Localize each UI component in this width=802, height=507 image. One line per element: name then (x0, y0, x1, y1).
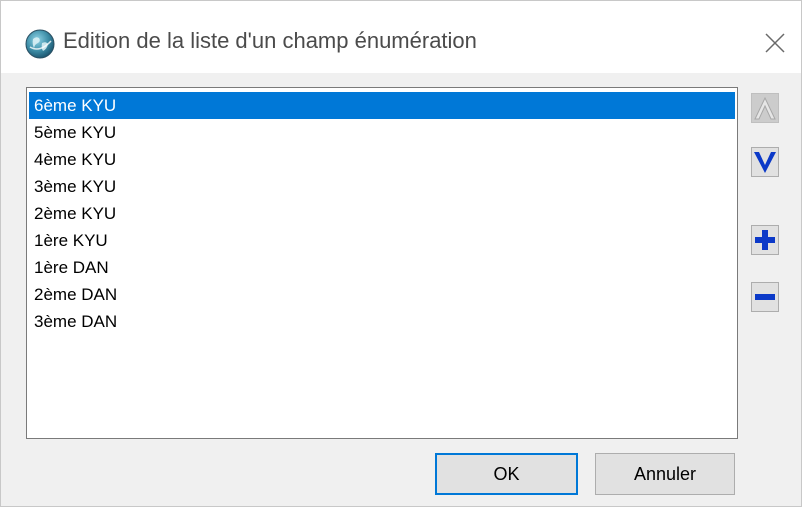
minus-icon (755, 294, 775, 300)
ok-button[interactable]: OK (435, 453, 578, 495)
list-item[interactable]: 5ème KYU (29, 119, 735, 146)
list-item[interactable]: 1ère KYU (29, 227, 735, 254)
list-item[interactable]: 3ème KYU (29, 173, 735, 200)
cancel-button[interactable]: Annuler (595, 453, 735, 495)
list-item[interactable]: 6ème KYU (29, 92, 735, 119)
close-button[interactable] (757, 25, 793, 61)
list-item[interactable]: 3ème DAN (29, 308, 735, 335)
window-title: Edition de la liste d'un champ énumérati… (63, 28, 477, 53)
list-item[interactable]: 2ème KYU (29, 200, 735, 227)
move-up-button[interactable] (751, 93, 779, 123)
move-down-button[interactable] (751, 147, 779, 177)
dialog-window: Edition de la liste d'un champ énumérati… (0, 0, 802, 507)
list-item[interactable]: 2ème DAN (29, 281, 735, 308)
arrow-down-icon (754, 152, 776, 173)
remove-item-button[interactable] (751, 282, 779, 312)
list-item[interactable]: 4ème KYU (29, 146, 735, 173)
list-item[interactable]: 1ère DAN (29, 254, 735, 281)
app-globe-icon (25, 29, 55, 59)
close-icon (765, 33, 785, 53)
plus-icon (755, 230, 775, 250)
enumeration-listbox[interactable]: 6ème KYU 5ème KYU 4ème KYU 3ème KYU 2ème… (26, 87, 738, 439)
title-bar[interactable]: Edition de la liste d'un champ énumérati… (1, 1, 801, 73)
arrow-up-icon (754, 96, 776, 120)
add-item-button[interactable] (751, 225, 779, 255)
